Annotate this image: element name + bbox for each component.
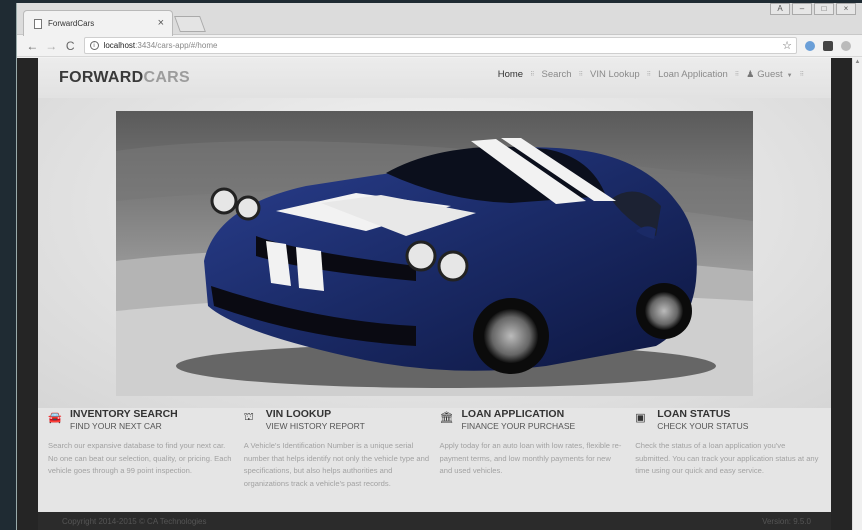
feature-vin-lookup[interactable]: ⛫ VIN LOOKUP VIEW HISTORY REPORT A Vehic… [244, 408, 440, 490]
maximize-button[interactable]: □ [814, 3, 834, 15]
copyright-text: Copyright 2014-2015 © CA Technologies [62, 516, 207, 526]
version-text: Version: 9.5.0 [762, 516, 811, 526]
feature-description: A Vehicle's Identification Number is a u… [243, 441, 430, 488]
feature-description: Search our expansive database to find yo… [48, 441, 232, 475]
tab-title: ForwardCars [48, 19, 95, 28]
window-controls: A – □ × [770, 3, 856, 15]
reload-icon[interactable]: C [61, 39, 80, 53]
title-bar: ForwardCars × A – □ × [17, 3, 862, 36]
page-icon [34, 18, 42, 29]
feature-row: 🚘 INVENTORY SEARCH FIND YOUR NEXT CAR Se… [38, 408, 831, 490]
feature-title[interactable]: INVENTORY SEARCH [70, 408, 178, 420]
feature-description: Apply today for an auto loan with low ra… [439, 441, 622, 475]
feature-loan-application[interactable]: 🏛 LOAN APPLICATION FINANCE YOUR PURCHASE… [440, 408, 636, 490]
close-tab-icon[interactable]: × [158, 17, 164, 29]
feature-subtitle: FINANCE YOUR PURCHASE [461, 421, 576, 431]
scroll-up-icon[interactable]: ▲ [853, 59, 862, 65]
close-window-button[interactable]: × [836, 3, 856, 15]
bookmark-star-icon[interactable]: ☆ [782, 39, 792, 52]
hero-car-image [116, 111, 753, 396]
site-header: FORWARDCARS Home ⠿ Search ⠿ VIN Lookup ⠿… [38, 58, 831, 98]
site-logo[interactable]: FORWARDCARS [59, 69, 190, 87]
feature-subtitle: FIND YOUR NEXT CAR [70, 421, 162, 431]
feature-inventory-search[interactable]: 🚘 INVENTORY SEARCH FIND YOUR NEXT CAR Se… [48, 408, 244, 490]
caret-down-icon: ▼ [786, 73, 793, 79]
bank-icon: 🏛 [439, 412, 454, 424]
new-tab-button[interactable] [174, 16, 206, 32]
extension-icon[interactable] [840, 40, 851, 51]
feature-subtitle: VIEW HISTORY REPORT [265, 421, 365, 431]
nav-home[interactable]: Home [498, 69, 523, 80]
browser-window: ForwardCars × A – □ × ← → C i localhost:… [16, 3, 862, 530]
address-bar[interactable]: i localhost:3434/cars-app/#/home ☆ [83, 37, 797, 54]
feature-title[interactable]: LOAN STATUS [657, 408, 748, 420]
url-path: :3434/cars-app/#/home [135, 41, 218, 50]
main-nav: Home ⠿ Search ⠿ VIN Lookup ⠿ Loan Applic… [497, 69, 804, 80]
site-container: FORWARDCARS Home ⠿ Search ⠿ VIN Lookup ⠿… [38, 58, 831, 530]
nav-search[interactable]: Search [541, 69, 571, 80]
nav-vin-lookup[interactable]: VIN Lookup [590, 69, 640, 80]
nav-guest-menu[interactable]: ♟ Guest ▼ [746, 69, 792, 80]
site-footer: Copyright 2014-2015 © CA Technologies Ve… [38, 512, 831, 530]
car-illustration [116, 111, 753, 396]
page-viewport: FORWARDCARS Home ⠿ Search ⠿ VIN Lookup ⠿… [17, 58, 853, 530]
feature-description: Check the status of a loan application y… [635, 441, 819, 475]
info-icon[interactable]: i [89, 41, 99, 50]
feature-title[interactable]: VIN LOOKUP [266, 408, 365, 420]
feature-loan-status[interactable]: ▣ LOAN STATUS CHECK YOUR STATUS Check th… [635, 408, 831, 490]
hero-section [38, 98, 831, 408]
back-icon[interactable]: ← [23, 39, 42, 53]
binoculars-icon: ⛫ [243, 411, 254, 423]
feature-title[interactable]: LOAN APPLICATION [462, 408, 576, 420]
nav-loan-application[interactable]: Loan Application [658, 69, 728, 80]
extensions: ⋮ [804, 39, 862, 51]
profile-icon[interactable]: A [770, 3, 790, 15]
url-host: localhost [103, 41, 136, 50]
forward-icon[interactable]: → [42, 39, 61, 53]
browser-toolbar: ← → C i localhost:3434/cars-app/#/home ☆… [17, 35, 862, 57]
extension-icon[interactable] [804, 40, 815, 51]
feature-subtitle: CHECK YOUR STATUS [657, 421, 749, 431]
scrollbar[interactable]: ▲ [852, 58, 862, 530]
extension-icon[interactable] [822, 40, 833, 51]
car-icon: 🚘 [48, 412, 62, 424]
minimize-button[interactable]: – [792, 3, 812, 15]
browser-tab[interactable]: ForwardCars × [23, 10, 173, 36]
money-icon: ▣ [635, 412, 646, 424]
user-icon: ♟ [746, 69, 755, 79]
